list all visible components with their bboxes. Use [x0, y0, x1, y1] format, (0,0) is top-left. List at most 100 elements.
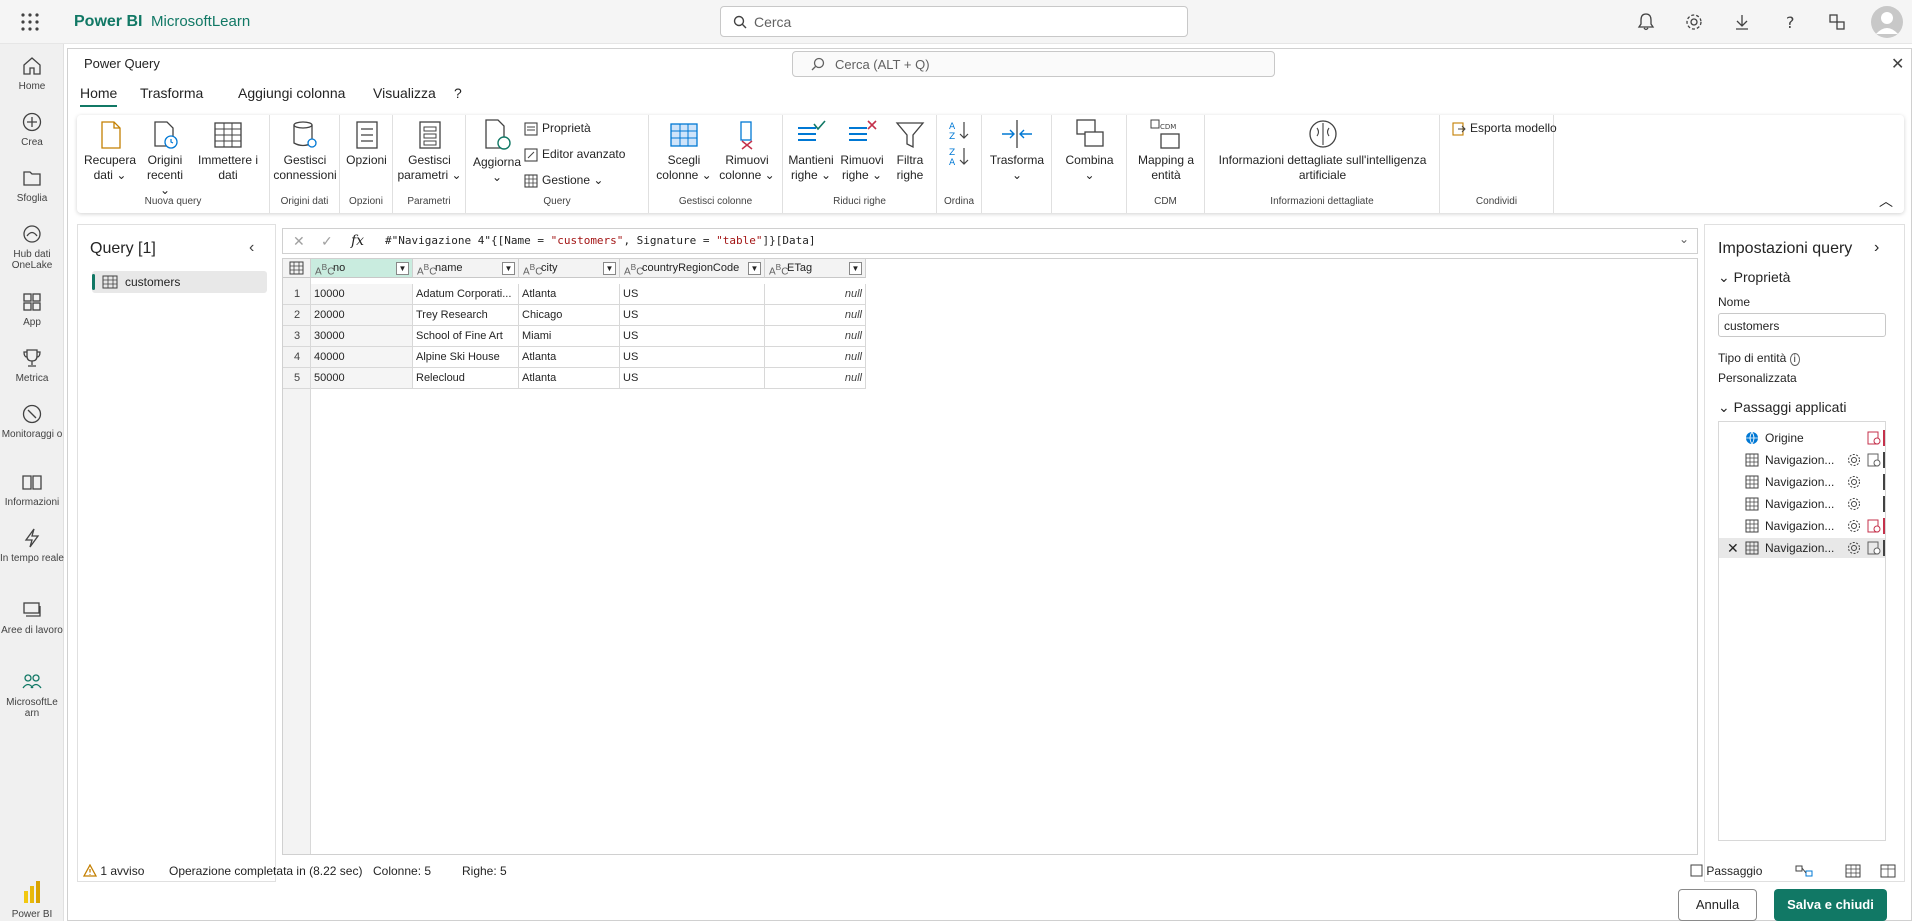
- workspace-name[interactable]: MicrosoftLearn: [151, 13, 250, 30]
- query-item-customers[interactable]: customers: [92, 271, 267, 293]
- step-item[interactable]: Navigazion...: [1719, 472, 1885, 492]
- nav-powerbi[interactable]: Power BI: [0, 879, 64, 920]
- export-template-button[interactable]: Esporta modello: [1452, 121, 1557, 136]
- text-type-icon[interactable]: ABC: [523, 262, 542, 277]
- cell[interactable]: US: [620, 347, 765, 368]
- step-item[interactable]: Origine: [1719, 428, 1885, 448]
- cell[interactable]: null: [765, 326, 866, 347]
- cell[interactable]: 30000: [311, 326, 413, 347]
- query-folding-warning-icon[interactable]: [1867, 431, 1881, 445]
- nav-realtime[interactable]: In tempo reale: [0, 527, 64, 564]
- cell[interactable]: null: [765, 368, 866, 389]
- cell[interactable]: US: [620, 284, 765, 305]
- column-header-etag[interactable]: ABC ETag ▼: [765, 259, 866, 278]
- gear-icon[interactable]: [1847, 497, 1861, 511]
- manage-connections-button[interactable]: Gestisci connessioni: [272, 120, 338, 183]
- transform-button[interactable]: Trasforma ⌄: [984, 118, 1050, 183]
- collapse-pane-icon[interactable]: ‹: [249, 239, 254, 257]
- query-name-field[interactable]: customers: [1718, 313, 1886, 337]
- step-view-button[interactable]: Passaggio: [1690, 864, 1762, 878]
- combine-button[interactable]: Combina ⌄: [1054, 118, 1125, 183]
- cell[interactable]: Adatum Corporati...: [413, 284, 519, 305]
- properties-section[interactable]: ⌄ Proprietà: [1718, 269, 1790, 286]
- cell[interactable]: Miami: [519, 326, 620, 347]
- cell[interactable]: School of Fine Art: [413, 326, 519, 347]
- ai-insights-button[interactable]: Informazioni dettagliate sull'intelligen…: [1207, 118, 1438, 183]
- column-header-no[interactable]: ABC no ▼: [311, 259, 413, 278]
- nav-onelake[interactable]: Hub dati OneLake: [0, 223, 64, 271]
- step-item[interactable]: Navigazion...: [1719, 494, 1885, 514]
- info-icon[interactable]: i: [1789, 353, 1800, 366]
- table-view-icon[interactable]: [1845, 864, 1861, 878]
- remove-columns-button[interactable]: Rimuovi colonne ⌄: [715, 120, 779, 183]
- column-filter-button[interactable]: ▼: [603, 262, 616, 275]
- tab-transform[interactable]: Trasforma: [140, 85, 203, 101]
- diagram-view-icon[interactable]: [1795, 864, 1813, 878]
- collapse-ribbon-icon[interactable]: ︿: [1879, 191, 1893, 211]
- gear-icon[interactable]: [1847, 475, 1861, 489]
- close-icon[interactable]: ✕: [1891, 54, 1904, 74]
- table-menu-button[interactable]: [283, 259, 311, 278]
- tab-view[interactable]: Visualizza: [373, 85, 436, 101]
- app-launcher-icon[interactable]: [20, 12, 40, 32]
- delete-step-icon[interactable]: ✕: [1727, 540, 1739, 557]
- enter-data-button[interactable]: Immettere i dati: [191, 120, 265, 183]
- cell[interactable]: Relecloud: [413, 368, 519, 389]
- refresh-button[interactable]: Aggiorna ⌄: [472, 118, 522, 185]
- cell[interactable]: 40000: [311, 347, 413, 368]
- cell[interactable]: US: [620, 326, 765, 347]
- nav-home[interactable]: Home: [0, 55, 64, 92]
- cell[interactable]: 10000: [311, 284, 413, 305]
- share-icon[interactable]: [1827, 12, 1847, 32]
- expand-formula-icon[interactable]: ⌄: [1679, 232, 1689, 246]
- formula-cancel-icon[interactable]: ✕: [293, 233, 305, 250]
- cell[interactable]: 50000: [311, 368, 413, 389]
- brand-name[interactable]: Power BI: [74, 13, 142, 31]
- cell[interactable]: Atlanta: [519, 368, 620, 389]
- cell[interactable]: Atlanta: [519, 347, 620, 368]
- nav-create[interactable]: Crea: [0, 111, 64, 148]
- recent-sources-button[interactable]: Origini recenti ⌄: [141, 120, 189, 198]
- nav-monitor[interactable]: Monitoraggi o: [0, 403, 64, 440]
- step-item[interactable]: Navigazion...: [1719, 516, 1885, 536]
- collapse-settings-icon[interactable]: ›: [1874, 239, 1879, 257]
- nav-learn[interactable]: Informazioni: [0, 471, 64, 508]
- help-icon[interactable]: ?: [1780, 12, 1800, 32]
- nav-metrics[interactable]: Metrica: [0, 347, 64, 384]
- fx-icon[interactable]: fx: [351, 233, 364, 249]
- gear-icon[interactable]: [1847, 519, 1861, 533]
- sort-ascending-icon[interactable]: AZ: [949, 120, 971, 140]
- gear-icon[interactable]: [1847, 541, 1861, 555]
- cell[interactable]: null: [765, 347, 866, 368]
- cell[interactable]: null: [765, 284, 866, 305]
- cell[interactable]: Chicago: [519, 305, 620, 326]
- manage-button[interactable]: Gestione ⌄: [524, 173, 603, 188]
- tab-help[interactable]: ?: [454, 85, 462, 101]
- warnings-indicator[interactable]: 1 avviso: [82, 863, 144, 878]
- column-header-countryregioncode[interactable]: ABC countryRegionCode ▼: [620, 259, 765, 278]
- gear-icon[interactable]: [1684, 12, 1704, 32]
- text-type-icon[interactable]: ABC: [769, 262, 788, 277]
- query-folding-icon[interactable]: [1867, 541, 1881, 555]
- tab-home[interactable]: Home: [80, 85, 118, 107]
- column-header-city[interactable]: ABC city ▼: [519, 259, 620, 278]
- cell[interactable]: Alpine Ski House: [413, 347, 519, 368]
- keep-rows-button[interactable]: Mantieni righe ⌄: [785, 120, 837, 183]
- bell-icon[interactable]: [1636, 12, 1656, 32]
- step-item[interactable]: Navigazion...: [1719, 450, 1885, 470]
- nav-browse[interactable]: Sfoglia: [0, 167, 64, 204]
- column-filter-button[interactable]: ▼: [748, 262, 761, 275]
- nav-current-workspace[interactable]: MicrosoftLe arn: [0, 671, 64, 719]
- sort-descending-icon[interactable]: ZA: [949, 146, 971, 166]
- cell[interactable]: null: [765, 305, 866, 326]
- formula-input[interactable]: #"Navigazione 4"{[Name = "customers", Si…: [385, 234, 816, 247]
- get-data-button[interactable]: Recupera dati ⌄: [81, 120, 139, 183]
- query-folding-icon[interactable]: [1867, 453, 1881, 467]
- query-folding-warning-icon[interactable]: [1867, 519, 1881, 533]
- avatar[interactable]: [1871, 6, 1903, 38]
- global-search-input[interactable]: Cerca: [720, 6, 1188, 37]
- column-header-name[interactable]: ABC name ▼: [413, 259, 519, 278]
- cell[interactable]: US: [620, 305, 765, 326]
- text-type-icon[interactable]: ABC: [315, 262, 334, 277]
- text-type-icon[interactable]: ABC: [624, 262, 643, 277]
